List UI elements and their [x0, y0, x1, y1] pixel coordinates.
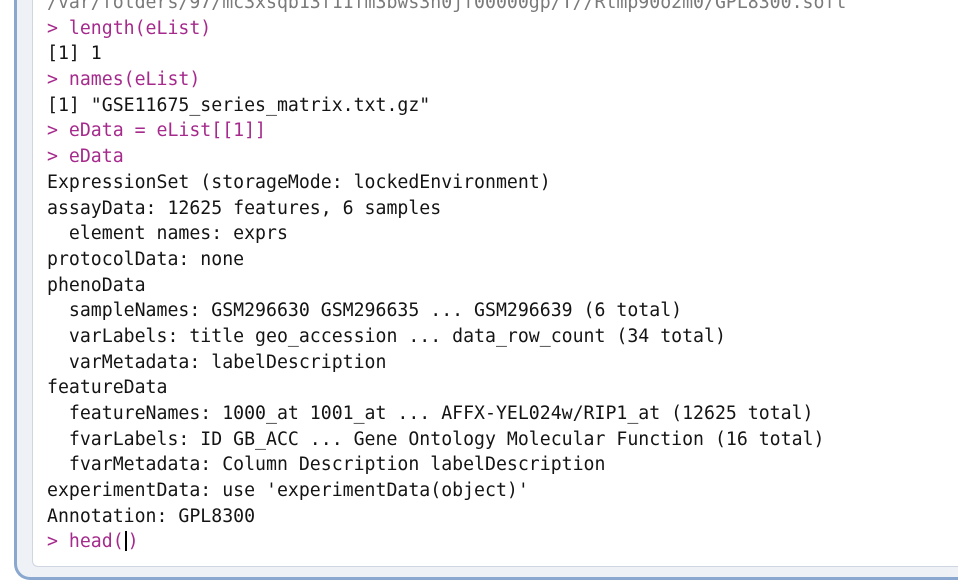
- console-input-line: > names(eList): [47, 67, 846, 93]
- prompt-symbol: >: [47, 146, 69, 168]
- console-output-line: fvarMetadata: Column Description labelDe…: [47, 454, 606, 476]
- text-caret: [124, 531, 127, 552]
- console-output-line: protocolData: none: [47, 248, 245, 270]
- command-text: eData = eList[[1]]: [68, 120, 267, 142]
- console-output-line: phenoData: [47, 274, 146, 296]
- console-output-line: experimentData: use 'experimentData(obje…: [47, 480, 529, 502]
- console-output-line: featureNames: 1000_at 1001_at ... AFFX-Y…: [47, 403, 814, 424]
- console-active-input[interactable]: > head(): [47, 529, 846, 555]
- console-output-line: [1] "GSE11675_series_matrix.txt.gz": [47, 94, 431, 116]
- prompt-symbol: >: [47, 69, 69, 91]
- console-output-line: varMetadata: labelDescription: [47, 351, 387, 373]
- console-output-line: featureData: [47, 377, 168, 399]
- r-console[interactable]: /var/folders/97/mc3xsqb13f11fm3bws3n0jf0…: [32, 0, 958, 567]
- console-output-line: element names: exprs: [47, 223, 288, 245]
- console-output-line: ExpressionSet (storageMode: lockedEnviro…: [47, 171, 551, 193]
- command-text: length(eList): [68, 17, 212, 39]
- prompt-symbol: >: [47, 531, 69, 553]
- command-text: names(eList): [68, 69, 201, 91]
- console-input-line: > length(eList): [47, 16, 846, 42]
- console-output-line: Annotation: GPL8300: [47, 505, 256, 527]
- console-output-line: [1] 1: [47, 43, 102, 65]
- console-input-line: > eData = eList[[1]]: [47, 118, 846, 144]
- command-text-after-caret: ): [127, 531, 139, 553]
- prompt-symbol: >: [47, 120, 69, 142]
- console-output-line: assayData: 12625 features, 6 samples: [47, 197, 442, 219]
- console-output-line-truncated: /var/folders/97/mc3xsqb13f11fm3bws3n0jf0…: [47, 0, 847, 13]
- console-input-line: > eData: [47, 144, 846, 170]
- console-output-line: varLabels: title geo_accession ... data_…: [47, 325, 726, 347]
- console-output: /var/folders/97/mc3xsqb13f11fm3bws3n0jf0…: [47, 0, 846, 555]
- prompt-symbol: >: [47, 17, 69, 39]
- console-output-line: fvarLabels: ID GB_ACC ... Gene Ontology …: [47, 428, 825, 450]
- command-text-before-caret: head(: [68, 531, 124, 553]
- command-text: eData: [68, 146, 124, 168]
- console-output-line: sampleNames: GSM296630 GSM296635 ... GSM…: [47, 300, 683, 322]
